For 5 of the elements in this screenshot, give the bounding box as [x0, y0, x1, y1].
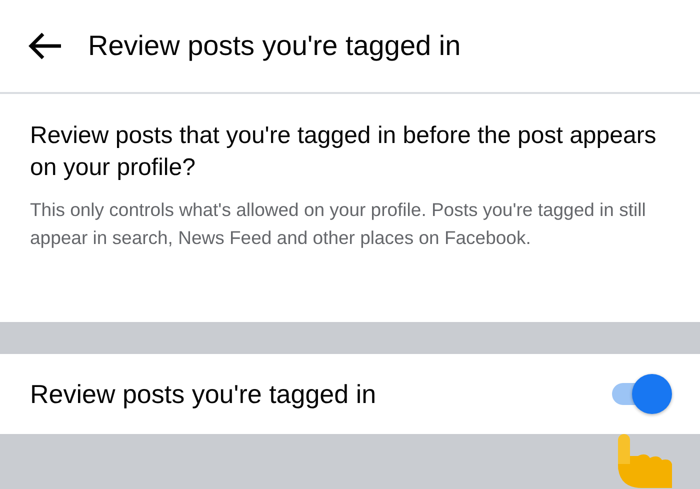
setting-label: Review posts you're tagged in [30, 378, 376, 410]
question-text: Review posts that you're tagged in before the post appears on your profile? [30, 121, 658, 183]
back-arrow-icon[interactable] [28, 32, 62, 60]
description-text: This only controls what's allowed on your profile. Posts you're tagged in still appear in search, News Feed and other places on Facebook. [30, 198, 647, 250]
page-title: Review posts you're tagged in [88, 30, 461, 62]
